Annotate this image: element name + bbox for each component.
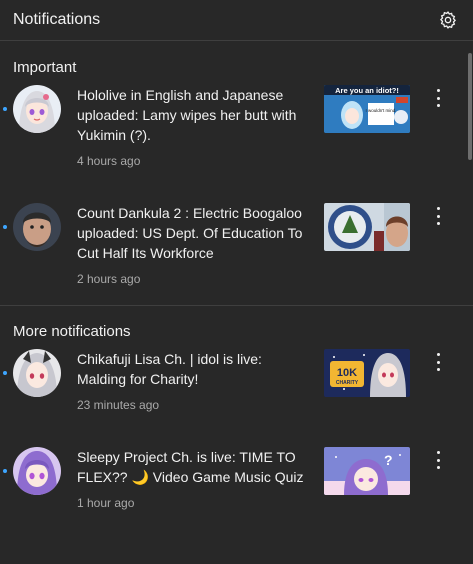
video-thumbnail[interactable]: Are you an idiot?! I wouldn't mind. (324, 85, 410, 133)
notifications-header: Notifications (0, 0, 473, 41)
thumbnail-question-mark: ? (384, 452, 393, 468)
thumbnail-caption: I wouldn't mind. (365, 108, 396, 113)
avatar (13, 203, 61, 251)
unread-dot (3, 225, 7, 229)
more-options-icon[interactable] (430, 205, 446, 227)
unread-dot (3, 107, 7, 111)
unread-dot (3, 371, 7, 375)
notification-time: 23 minutes ago (77, 398, 160, 412)
avatar (13, 349, 61, 397)
section-title-important: Important (13, 58, 77, 76)
notification-message: Chikafuji Lisa Ch. | idol is live: Maldi… (77, 351, 262, 387)
section-title-more-notifications: More notifications (13, 322, 131, 340)
avatar (13, 447, 61, 495)
gear-icon[interactable] (437, 9, 459, 31)
notification-message: Hololive in English and Japanese uploade… (77, 87, 297, 143)
more-options-icon[interactable] (430, 87, 446, 109)
avatar (13, 85, 61, 133)
unread-dot (3, 469, 7, 473)
notification-time: 2 hours ago (77, 272, 141, 286)
notification-item[interactable]: Count Dankula 2 : Electric Boogaloo uplo… (0, 203, 473, 321)
notification-text: Count Dankula 2 : Electric Boogaloo uplo… (77, 203, 311, 286)
notification-time: 1 hour ago (77, 496, 135, 510)
notification-time: 4 hours ago (77, 154, 141, 168)
thumbnail-title: 10K (337, 367, 357, 379)
video-thumbnail[interactable]: ? (324, 447, 410, 495)
thumbnail-caption: CHARITY (336, 380, 359, 386)
video-thumbnail[interactable] (324, 203, 410, 251)
notification-text: Chikafuji Lisa Ch. | idol is live: Maldi… (77, 349, 311, 412)
notification-item[interactable]: Sleepy Project Ch. is live: TIME TO FLEX… (0, 447, 473, 545)
more-options-icon[interactable] (430, 351, 446, 373)
notification-item[interactable]: Hololive in English and Japanese uploade… (0, 85, 473, 203)
notification-text: Sleepy Project Ch. is live: TIME TO FLEX… (77, 447, 311, 510)
more-options-icon[interactable] (430, 449, 446, 471)
notification-message: Count Dankula 2 : Electric Boogaloo uplo… (77, 205, 303, 261)
video-thumbnail[interactable]: 10K CHARITY (324, 349, 410, 397)
thumbnail-title: Are you an idiot?! (335, 86, 399, 95)
page-title: Notifications (13, 11, 101, 28)
notification-item[interactable]: Chikafuji Lisa Ch. | idol is live: Maldi… (0, 349, 473, 447)
scrollbar-thumb[interactable] (468, 53, 472, 160)
notification-message: Sleepy Project Ch. is live: TIME TO FLEX… (77, 449, 304, 485)
notification-text: Hololive in English and Japanese uploade… (77, 85, 311, 168)
